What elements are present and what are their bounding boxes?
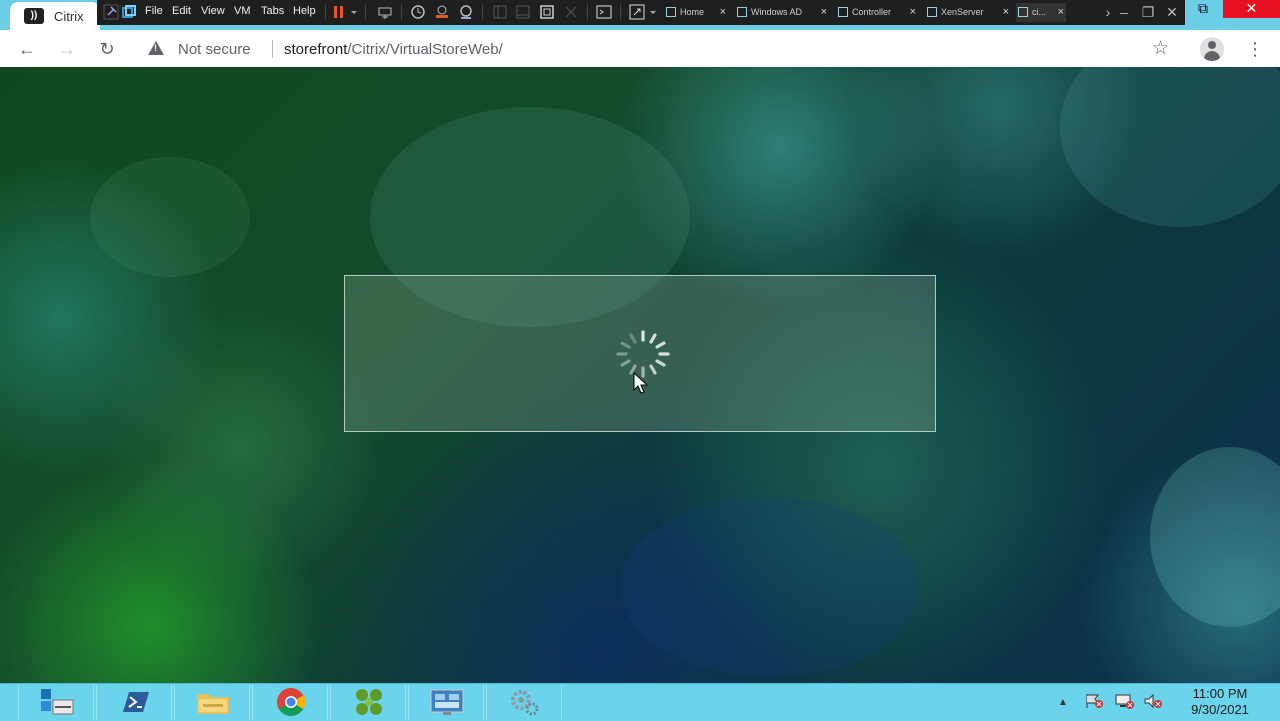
pause-icon[interactable] xyxy=(331,4,347,20)
vm-tab-citrix-active[interactable]: ci... × xyxy=(1016,3,1066,22)
action-center-flag-icon[interactable] xyxy=(1084,693,1104,709)
menu-vm[interactable]: VM xyxy=(234,5,251,17)
profile-icon[interactable] xyxy=(1200,37,1224,61)
vm-tab-label: ci... xyxy=(1032,7,1047,17)
security-label[interactable]: Not secure xyxy=(178,41,251,58)
show-library-icon[interactable] xyxy=(492,4,508,20)
browser-toolbar: ← → ↻ Not secure storefront/Citrix/Virtu… xyxy=(0,30,1280,68)
citrix-studio-button[interactable] xyxy=(330,685,406,720)
menu-help[interactable]: Help xyxy=(293,5,316,17)
citrix-logo-icon: )) xyxy=(24,8,44,24)
vmware-toolbar: File Edit View VM Tabs Help Home × Windo… xyxy=(97,0,1185,25)
warning-icon[interactable] xyxy=(148,41,164,55)
mouse-cursor-icon xyxy=(633,372,649,394)
menu-view[interactable]: View xyxy=(201,5,225,17)
close-icon[interactable]: × xyxy=(1058,3,1064,22)
kebab-menu-icon[interactable]: ⋮ xyxy=(1246,38,1264,60)
vm-tab-label: Home xyxy=(680,7,705,17)
close-icon[interactable]: × xyxy=(821,3,827,22)
back-arrow-icon[interactable]: ← xyxy=(14,36,40,62)
vm-tab-label: Controller xyxy=(852,7,892,17)
chevron-down-icon[interactable] xyxy=(349,4,359,20)
settings-button[interactable] xyxy=(486,685,562,720)
toolbar-divider xyxy=(401,4,402,20)
file-explorer-button[interactable] xyxy=(174,685,250,720)
system-clock[interactable]: 11:00 PM 9/30/2021 xyxy=(1178,686,1262,718)
send-ctrl-alt-del-icon[interactable] xyxy=(377,4,393,20)
toolbar-divider xyxy=(587,4,588,20)
menu-tabs[interactable]: Tabs xyxy=(261,5,284,17)
close-icon[interactable]: × xyxy=(910,3,916,22)
vm-tab-label: Windows AD xyxy=(751,7,803,17)
omnibox-divider xyxy=(272,40,273,58)
home-icon xyxy=(666,7,676,17)
browser-tab-title: Citrix xyxy=(54,9,84,24)
url-text[interactable]: storefront/Citrix/VirtualStoreWeb/ xyxy=(284,41,503,58)
chevron-down-icon[interactable] xyxy=(648,4,658,20)
vm-icon xyxy=(927,7,937,17)
settings-gears-icon xyxy=(511,690,539,716)
snapshot-icon[interactable] xyxy=(410,4,426,20)
menu-file[interactable]: File xyxy=(145,5,163,17)
toolbar-divider xyxy=(620,4,621,20)
vm-tab-home[interactable]: Home × xyxy=(664,3,728,22)
close-window-icon[interactable]: ✕ xyxy=(1223,0,1280,18)
vm-icon xyxy=(838,7,848,17)
background-bokeh xyxy=(1060,67,1280,227)
vm-tab-label: XenServer xyxy=(941,7,984,17)
url-host: storefront xyxy=(284,41,348,58)
show-hidden-icons-icon[interactable]: ▲ xyxy=(1058,697,1068,708)
address-bar[interactable]: Not secure storefront/Citrix/VirtualStor… xyxy=(136,33,1184,65)
volume-muted-icon[interactable] xyxy=(1143,693,1165,709)
toolbar-divider xyxy=(325,4,326,20)
pin-icon[interactable] xyxy=(103,4,119,20)
menu-edit[interactable]: Edit xyxy=(172,5,191,17)
powershell-button[interactable] xyxy=(96,685,172,720)
star-icon[interactable]: ☆ xyxy=(1152,37,1169,60)
chrome-button[interactable] xyxy=(252,685,328,720)
revert-snapshot-icon[interactable] xyxy=(434,4,450,20)
browser-tab-citrix[interactable]: )) Citrix xyxy=(10,2,100,30)
chrome-icon xyxy=(277,688,306,716)
background-bokeh xyxy=(1150,447,1280,627)
vm-tab-controller[interactable]: Controller × xyxy=(836,3,918,22)
background-bokeh xyxy=(620,497,920,677)
close-icon[interactable]: × xyxy=(720,3,726,22)
console-icon[interactable] xyxy=(596,4,612,20)
file-explorer-icon xyxy=(197,694,229,714)
snapshot-manager-icon[interactable] xyxy=(458,4,474,20)
stretch-guest-icon[interactable] xyxy=(629,4,645,20)
vm-icon xyxy=(737,7,747,17)
vm-icon xyxy=(1018,7,1028,17)
full-screen-icon[interactable] xyxy=(539,4,555,20)
powershell-icon xyxy=(123,692,149,712)
vmware-icon[interactable] xyxy=(121,4,137,20)
loading-panel xyxy=(344,275,936,432)
forward-arrow-icon[interactable]: → xyxy=(54,36,80,62)
server-manager-button[interactable] xyxy=(18,685,94,720)
network-icon[interactable] xyxy=(1113,693,1135,709)
clock-date: 9/30/2021 xyxy=(1191,702,1249,717)
toolbar-divider xyxy=(365,4,366,20)
close-icon[interactable]: × xyxy=(1003,3,1009,22)
vm-tab-windows-ad[interactable]: Windows AD × xyxy=(735,3,829,22)
clock-time: 11:00 PM xyxy=(1192,686,1248,701)
vm-tab-xenserver[interactable]: XenServer × xyxy=(925,3,1011,22)
url-path: /Citrix/VirtualStoreWeb/ xyxy=(347,41,503,58)
storefront-page xyxy=(0,67,1280,683)
background-bokeh xyxy=(90,157,250,277)
unity-icon[interactable] xyxy=(563,4,579,20)
remote-desktop-icon xyxy=(430,689,464,715)
server-manager-icon xyxy=(41,689,74,715)
citrix-studio-icon xyxy=(356,689,382,715)
remote-desktop-button[interactable] xyxy=(408,685,484,720)
thumbnail-bar-icon[interactable] xyxy=(515,4,531,20)
title-strip: )) Citrix File Edit View VM Tabs Help Ho… xyxy=(0,0,1280,30)
restore-window-icon[interactable]: ⧉ xyxy=(1183,0,1223,18)
reload-icon[interactable]: ↻ xyxy=(94,36,120,62)
toolbar-divider xyxy=(482,4,483,20)
